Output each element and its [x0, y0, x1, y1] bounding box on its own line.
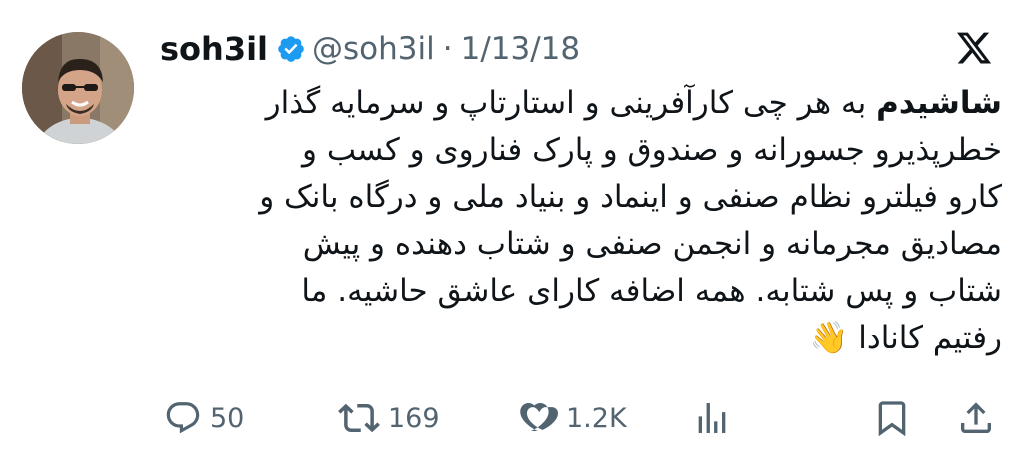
views-button[interactable] — [692, 396, 732, 440]
views-icon — [692, 398, 732, 438]
tweet-actions: 50 169 1.2K — [160, 396, 1002, 440]
tweet-text: شاشیدم به هر چی کارآفرینی و استارتاپ و س… — [160, 80, 1002, 362]
heart-icon — [518, 398, 558, 438]
reply-button[interactable]: 50 — [164, 396, 244, 440]
avatar[interactable] — [22, 32, 134, 144]
share-button[interactable] — [956, 396, 996, 440]
tweet-text-bold: شاشیدم — [876, 85, 1002, 121]
tweet-text-rest: به هر چی کارآفرینی و استارتاپ و سرمایه گ… — [259, 85, 1002, 356]
user-handle[interactable]: @soh3il — [312, 31, 435, 67]
share-icon — [956, 398, 996, 438]
retweet-count: 169 — [388, 402, 440, 434]
separator-dot: · — [442, 31, 453, 67]
display-name[interactable]: soh3il — [160, 30, 268, 68]
verified-badge-icon — [276, 34, 306, 64]
reply-icon — [164, 399, 202, 437]
retweet-icon — [338, 397, 380, 439]
like-button[interactable]: 1.2K — [518, 396, 627, 440]
reply-count: 50 — [210, 402, 245, 434]
bookmark-button[interactable] — [872, 396, 912, 440]
tweet-card: soh3il @soh3il · 1/13/18 شاشیدم به هر چی… — [0, 0, 1024, 457]
like-count: 1.2K — [566, 402, 627, 434]
tweet-date[interactable]: 1/13/18 — [461, 31, 581, 67]
bookmark-icon — [872, 398, 912, 438]
retweet-button[interactable]: 169 — [338, 396, 440, 440]
tweet-header: soh3il @soh3il · 1/13/18 — [160, 24, 580, 74]
x-logo-icon[interactable] — [955, 29, 993, 67]
